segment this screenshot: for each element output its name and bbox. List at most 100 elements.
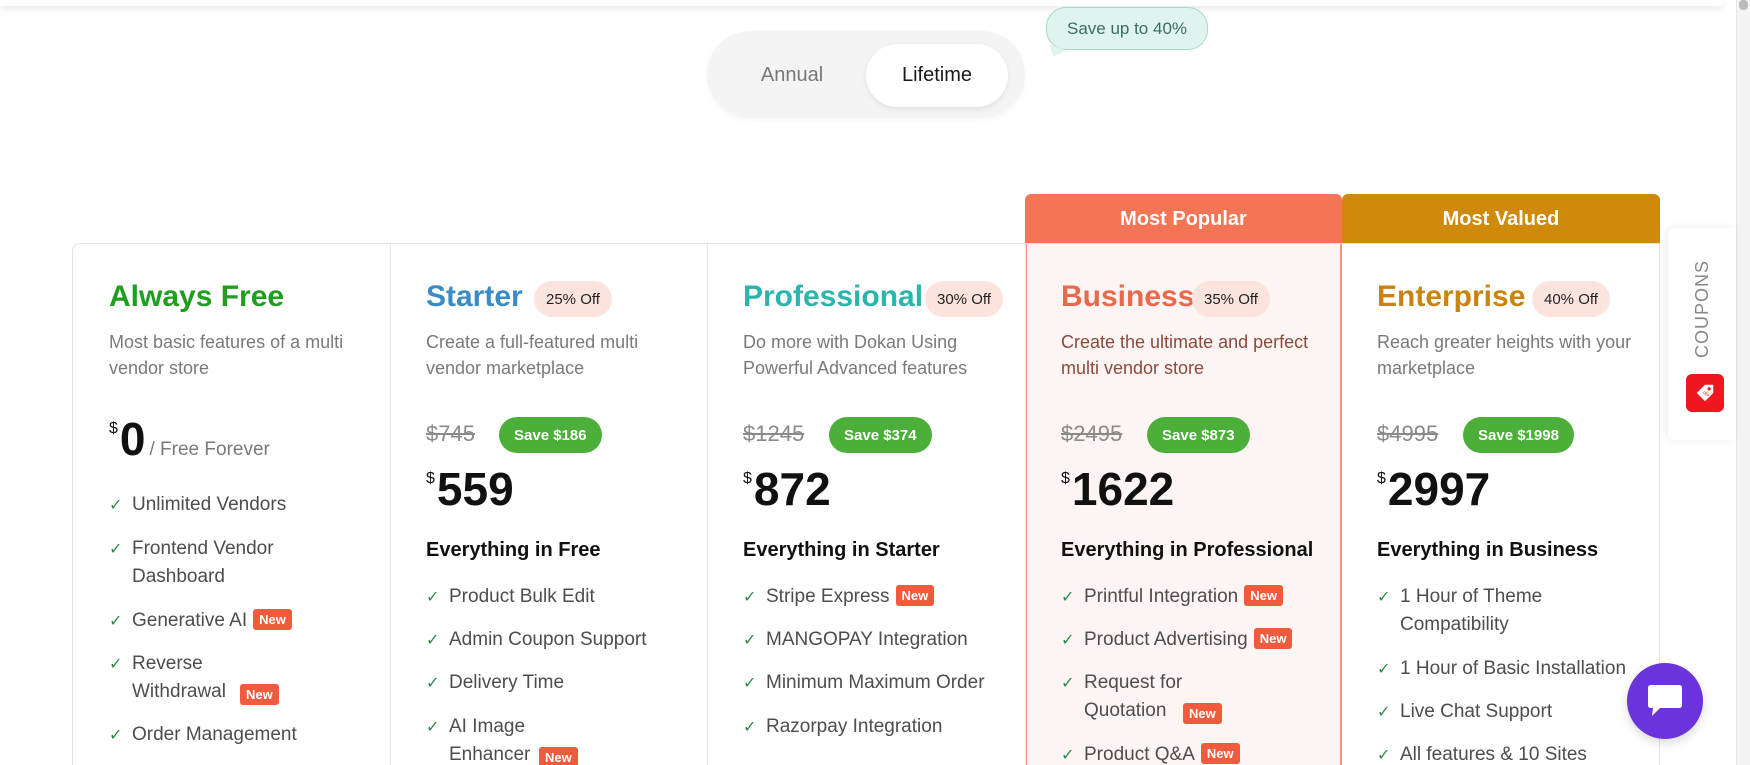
old-price: $745 [426, 421, 475, 446]
check-icon: ✓ [1377, 704, 1391, 721]
save-pill: Save $873 [1147, 417, 1250, 453]
feature-item: ✓ 1 Hour of Theme Compatibility [1377, 583, 1577, 639]
feature-text: Generative AI [132, 610, 248, 631]
price-suffix: / Free Forever [149, 439, 270, 460]
coupons-label: COUPONS [1692, 259, 1712, 358]
plan-name: Business [1061, 280, 1195, 313]
new-badge: New [1253, 628, 1293, 649]
column-divider [707, 244, 708, 765]
old-price: $2495 [1061, 421, 1123, 446]
feature-item: ✓ Live Chat Support [1377, 698, 1647, 726]
new-badge: New [539, 747, 578, 765]
feature-item: ✓ Generative AI New [109, 607, 379, 635]
check-icon: ✓ [1061, 675, 1075, 692]
feature-text: All features & 10 Sites [1400, 744, 1587, 765]
feature-text: Razorpay Integration [766, 716, 943, 737]
most-popular-ribbon: Most Popular [1025, 194, 1342, 244]
everything-in-label: Everything in Business [1377, 539, 1599, 561]
price-value: 559 [436, 463, 514, 515]
most-valued-ribbon: Most Valued [1342, 194, 1660, 244]
feature-text: Reverse Withdrawal [132, 653, 226, 702]
feature-text: Minimum Maximum Order [766, 672, 985, 693]
check-icon: ✓ [426, 632, 440, 649]
new-badge: New [240, 684, 279, 705]
feature-item: ✓ AI Image Enhancer New [426, 713, 616, 765]
plan-price: $1622 [1061, 462, 1174, 516]
check-icon: ✓ [743, 632, 757, 649]
feature-item: ✓ Order Management [109, 721, 379, 749]
feature-text: Order Management [132, 724, 297, 745]
discount-badge: 40% Off [1532, 281, 1610, 317]
feature-item: ✓ Product Q&A New [1061, 741, 1331, 765]
column-divider [1025, 244, 1026, 765]
chat-bubble-icon[interactable] [1627, 663, 1703, 739]
feature-item: ✓ Minimum Maximum Order [743, 669, 1013, 697]
coupons-side-tab[interactable]: COUPONS % [1668, 228, 1736, 440]
bubble-tail [1045, 44, 1067, 60]
check-icon: ✓ [426, 719, 440, 736]
currency-symbol: $ [743, 470, 752, 487]
discount-badge: 30% Off [925, 281, 1003, 317]
check-icon: ✓ [743, 589, 757, 606]
feature-text: Live Chat Support [1400, 701, 1553, 722]
everything-in-label: Everything in Free [426, 539, 601, 561]
check-icon: ✓ [426, 675, 440, 692]
check-icon: ✓ [1061, 589, 1075, 606]
feature-text: AI Image Enhancer [449, 716, 531, 765]
check-icon: ✓ [109, 656, 123, 673]
save-bubble-text: Save up to 40% [1066, 18, 1188, 38]
feature-text: Request for Quotation [1084, 672, 1183, 721]
check-icon: ✓ [109, 541, 123, 558]
feature-item: ✓ All features & 10 Sites [1377, 741, 1647, 765]
feature-text: Admin Coupon Support [449, 629, 647, 650]
feature-text: 1 Hour of Basic Installation [1400, 658, 1627, 679]
old-price: $4995 [1377, 421, 1439, 446]
feature-text: MANGOPAY Integration [766, 629, 968, 650]
plan-description: Reach greater heights with your marketpl… [1377, 332, 1632, 378]
new-badge: New [895, 585, 935, 606]
toggle-annual[interactable]: Annual [721, 44, 863, 107]
save-pill: Save $186 [499, 417, 602, 453]
coupon-tag-icon[interactable]: % [1686, 374, 1724, 412]
plan-name: Always Free [109, 280, 285, 313]
feature-text: 1 Hour of Theme Compatibility [1400, 586, 1543, 635]
discount-badge: 35% Off [1192, 281, 1270, 317]
check-icon: ✓ [1061, 632, 1075, 649]
discount-badge: 25% Off [534, 281, 612, 317]
feature-text: Product Q&A [1084, 744, 1195, 765]
plan-price: $2997 [1377, 462, 1490, 516]
plan-price: $0/ Free Forever [109, 412, 270, 466]
feature-item: ✓ Delivery Time [426, 669, 696, 697]
feature-item: ✓ 1 Hour of Basic Installation [1377, 655, 1657, 683]
plan-description: Most basic features of a multi vendor st… [109, 332, 344, 378]
currency-symbol: $ [426, 470, 435, 487]
chat-glyph [1648, 685, 1682, 716]
new-badge: New [1200, 743, 1240, 764]
plan-price: $559 [426, 462, 514, 516]
toggle-lifetime[interactable]: Lifetime [866, 44, 1008, 107]
feature-text: Frontend Vendor Dashboard [132, 538, 274, 587]
check-icon: ✓ [109, 497, 123, 514]
feature-item: ✓ Reverse Withdrawal New [109, 650, 309, 706]
feature-item: ✓ MANGOPAY Integration [743, 626, 1013, 654]
plan-description: Do more with Dokan Using Powerful Advanc… [743, 332, 968, 378]
price-value: 1622 [1071, 463, 1175, 515]
old-price: $1245 [743, 421, 805, 446]
new-badge: New [1183, 703, 1222, 724]
everything-in-label: Everything in Starter [743, 539, 940, 561]
check-icon: ✓ [426, 589, 440, 606]
check-icon: ✓ [109, 613, 123, 630]
check-icon: ✓ [1377, 747, 1391, 764]
coupon-tag-glyph: % [1696, 384, 1714, 402]
check-icon: ✓ [109, 727, 123, 744]
check-icon: ✓ [1377, 589, 1391, 606]
feature-text: Product Bulk Edit [449, 586, 595, 607]
feature-item: ✓ Product Advertising New [1061, 626, 1331, 654]
scrollbar-thumb[interactable] [1739, 0, 1748, 10]
feature-item: ✓ Razorpay Integration [743, 713, 1013, 741]
feature-item: ✓ Unlimited Vendors [109, 491, 379, 519]
feature-item: ✓ Admin Coupon Support [426, 626, 696, 654]
page-scrollbar[interactable] [1736, 0, 1750, 765]
feature-text: Unlimited Vendors [132, 494, 287, 515]
feature-text: Delivery Time [449, 672, 565, 693]
